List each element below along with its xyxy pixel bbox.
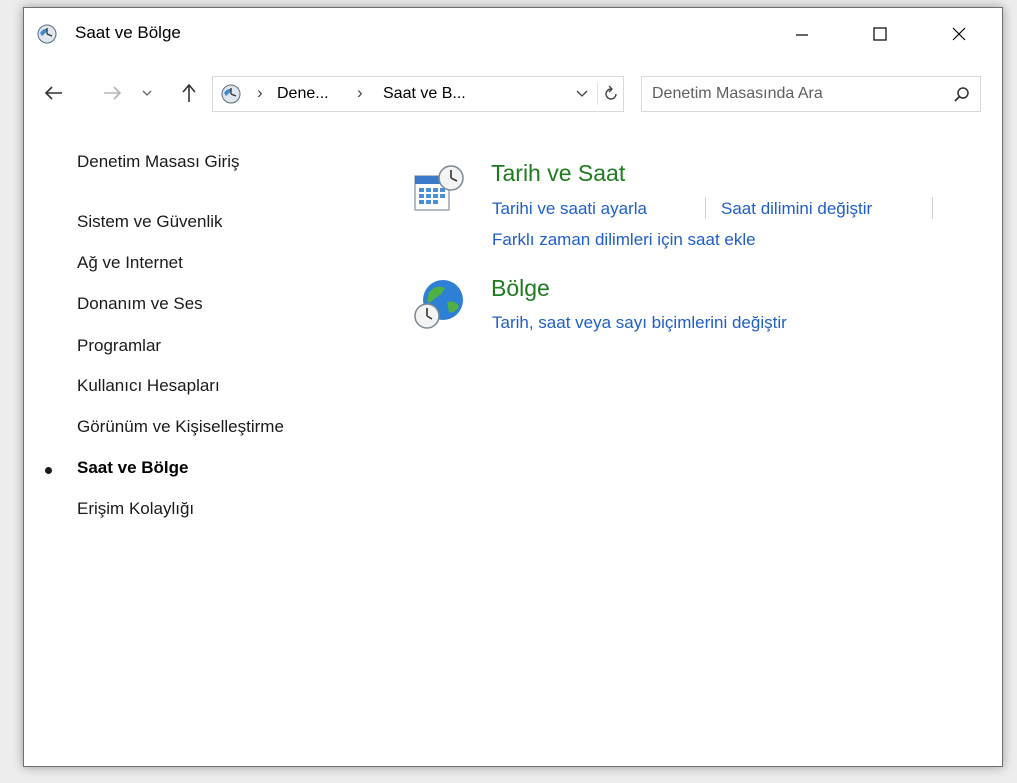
- title-bar[interactable]: Saat ve Bölge: [24, 8, 1002, 60]
- category-region-title[interactable]: Bölge: [491, 275, 550, 302]
- sidebar-item-clock-region[interactable]: Saat ve Bölge: [77, 458, 189, 478]
- sidebar-item-network-internet[interactable]: Ağ ve Internet: [77, 253, 183, 273]
- breadcrumb-separator-icon[interactable]: ›: [357, 83, 363, 103]
- sidebar-item-system-security[interactable]: Sistem ve Güvenlik: [77, 212, 223, 232]
- clock-globe-icon: [37, 24, 57, 44]
- sidebar-home-link[interactable]: Denetim Masası Giriş: [77, 152, 239, 172]
- breadcrumb-separator-icon[interactable]: ›: [257, 83, 263, 103]
- search-box[interactable]: [641, 76, 981, 112]
- maximize-button[interactable]: [857, 8, 903, 60]
- change-formats-link[interactable]: Tarih, saat veya sayı biçimlerini değişt…: [492, 313, 787, 333]
- control-panel-window: Saat ve Bölge › Dene... › Saat ve B... D…: [23, 7, 1003, 767]
- up-button[interactable]: [174, 78, 204, 108]
- forward-arrow-icon: [104, 86, 122, 100]
- back-arrow-icon: [44, 86, 62, 100]
- address-divider: [597, 83, 598, 105]
- refresh-button[interactable]: [601, 84, 621, 104]
- link-divider: [932, 197, 933, 219]
- maximize-icon: [873, 27, 887, 41]
- address-dropdown-button[interactable]: [573, 85, 591, 103]
- up-arrow-icon: [182, 83, 196, 102]
- minimize-button[interactable]: [779, 8, 825, 60]
- chevron-down-icon: [576, 90, 588, 97]
- category-date-time-title[interactable]: Tarih ve Saat: [491, 160, 625, 187]
- clock-globe-icon: [221, 84, 241, 104]
- active-item-bullet: [45, 467, 52, 474]
- sidebar-item-ease-of-access[interactable]: Erişim Kolaylığı: [77, 499, 194, 519]
- search-input[interactable]: [652, 83, 942, 105]
- back-button[interactable]: [39, 78, 69, 108]
- minimize-icon: [796, 34, 808, 36]
- breadcrumb-clock-region[interactable]: Saat ve B...: [383, 85, 466, 103]
- sidebar-item-user-accounts[interactable]: Kullanıcı Hesapları: [77, 376, 220, 396]
- change-time-zone-link[interactable]: Saat dilimini değiştir: [721, 199, 872, 219]
- window-title: Saat ve Bölge: [75, 23, 181, 42]
- link-divider: [705, 197, 706, 219]
- close-button[interactable]: [936, 8, 982, 60]
- globe-clock-icon[interactable]: [413, 276, 467, 337]
- close-icon: [952, 27, 966, 41]
- recent-locations-button[interactable]: [139, 84, 155, 102]
- address-bar[interactable]: › Dene... › Saat ve B...: [212, 76, 624, 112]
- calendar-clock-icon[interactable]: [413, 164, 465, 221]
- breadcrumb-control-panel[interactable]: Dene...: [277, 85, 329, 103]
- forward-button[interactable]: [97, 78, 127, 108]
- sidebar-item-programs[interactable]: Programlar: [77, 336, 161, 356]
- chevron-down-icon: [142, 90, 152, 96]
- set-date-time-link[interactable]: Tarihi ve saati ayarla: [492, 199, 647, 219]
- search-icon[interactable]: [952, 85, 972, 105]
- sidebar-item-appearance[interactable]: Görünüm ve Kişiselleştirme: [77, 417, 284, 437]
- refresh-icon: [605, 85, 617, 100]
- add-clocks-link[interactable]: Farklı zaman dilimleri için saat ekle: [492, 230, 756, 250]
- sidebar-item-hardware-sound[interactable]: Donanım ve Ses: [77, 294, 203, 314]
